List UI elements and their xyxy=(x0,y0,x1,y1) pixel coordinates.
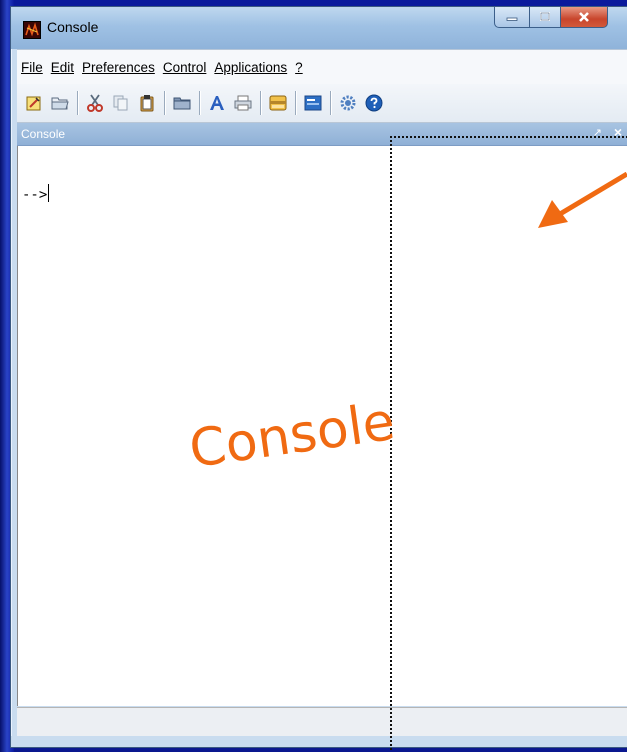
menu-edit[interactable]: Edit xyxy=(51,60,74,75)
window-controls xyxy=(494,7,608,29)
prompt-text: --> xyxy=(22,187,48,203)
print-icon xyxy=(234,95,252,111)
annotation-arrow xyxy=(538,172,627,228)
toolbar-separator xyxy=(330,91,331,115)
console-prompt: --> xyxy=(22,184,50,203)
paste-button[interactable] xyxy=(136,92,158,114)
text-cursor xyxy=(48,184,50,202)
toolbar-separator xyxy=(77,91,78,115)
console-window: Console File Edit Preferences Control Ap… xyxy=(10,6,627,748)
variable-browser-icon xyxy=(269,95,287,111)
settings-button[interactable] xyxy=(337,92,359,114)
maximize-icon xyxy=(540,12,550,21)
cut-button[interactable] xyxy=(84,92,106,114)
toolbar-separator xyxy=(164,91,165,115)
menu-help[interactable]: ? xyxy=(295,60,303,75)
menu-applications[interactable]: Applications xyxy=(214,60,287,75)
paste-icon xyxy=(140,95,154,112)
print-button[interactable] xyxy=(232,92,254,114)
window-title: Console xyxy=(47,19,99,35)
variable-browser-button[interactable] xyxy=(267,92,289,114)
menu-file[interactable]: File xyxy=(21,60,43,75)
close-button[interactable] xyxy=(561,7,608,28)
status-bar xyxy=(17,707,627,737)
help-icon xyxy=(365,94,383,112)
gear-icon xyxy=(340,95,356,111)
help-button[interactable] xyxy=(363,92,385,114)
toolbar-separator xyxy=(295,91,296,115)
open-folder-icon xyxy=(51,97,69,110)
new-script-icon xyxy=(26,96,41,111)
copy-icon xyxy=(113,95,128,111)
close-icon xyxy=(579,12,589,22)
new-script-button[interactable] xyxy=(23,92,45,114)
minimize-button[interactable] xyxy=(494,7,530,28)
scinotes-button[interactable] xyxy=(302,92,324,114)
app-icon xyxy=(23,21,41,39)
scinotes-icon xyxy=(304,95,322,111)
change-directory-icon xyxy=(173,97,191,110)
font-icon xyxy=(210,96,224,110)
menu-preferences[interactable]: Preferences xyxy=(82,60,155,75)
title-bar[interactable]: Console xyxy=(11,7,627,49)
console-panel-header[interactable]: Console ↗ × xyxy=(17,123,627,146)
minimize-icon xyxy=(506,17,518,21)
copy-button[interactable] xyxy=(110,92,132,114)
menu-bar: File Edit Preferences Control Applicatio… xyxy=(17,49,627,85)
cut-icon xyxy=(87,94,103,112)
panel-close-icon[interactable]: × xyxy=(614,124,622,140)
maximize-button[interactable] xyxy=(530,7,561,28)
change-directory-button[interactable] xyxy=(171,92,193,114)
open-file-button[interactable] xyxy=(49,92,71,114)
panel-title: Console xyxy=(21,127,66,141)
toolbar-separator xyxy=(260,91,261,115)
window-bottom-border xyxy=(11,736,627,747)
font-button[interactable] xyxy=(206,92,228,114)
undock-icon[interactable]: ↗ xyxy=(593,126,602,139)
menu-control[interactable]: Control xyxy=(163,60,207,75)
toolbar-separator xyxy=(199,91,200,115)
toolbar xyxy=(17,84,627,123)
